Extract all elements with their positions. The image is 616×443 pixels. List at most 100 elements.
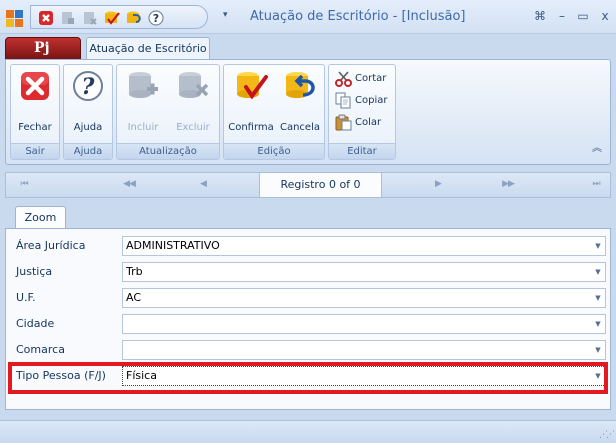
svg-text:?: ? [82,74,96,100]
fechar-label: Fechar [18,122,52,133]
field-comarca: Comarca ▼ [16,340,606,360]
colar-label: Colar [355,116,382,128]
qat-delete-record-icon[interactable] [81,9,99,26]
field-uf: U.F. AC ▼ [16,288,606,308]
maximize-button[interactable]: ▭ [575,9,591,23]
cidade-select[interactable]: ▼ [122,314,606,334]
group-atualizacao-label: Atualização [117,143,219,159]
delete-record-icon [176,69,210,103]
group-editar-label: Editar [329,143,395,159]
help-question-icon: ? [71,69,105,103]
resize-grip-icon[interactable]: ⋰⋰ [599,430,615,440]
chevron-down-icon[interactable]: ▼ [591,367,605,385]
restore-button[interactable]: ⌘ [532,9,548,23]
fechar-button[interactable]: Fechar [11,67,59,143]
group-ajuda: ? Ajuda Ajuda [63,64,113,160]
group-edicao: Confirma Cancela Edição [223,64,325,160]
excluir-button[interactable]: Excluir [169,67,217,143]
close-x-icon [18,69,52,103]
paste-icon [335,114,352,131]
group-edicao-label: Edição [224,143,324,159]
confirma-button[interactable]: Confirma [225,67,277,143]
uf-value: AC [126,291,142,304]
area-juridica-label: Área Jurídica [16,239,86,252]
next-page-button[interactable]: ▶▶ [498,179,518,189]
cancela-label: Cancela [279,122,320,133]
title-bar: ? ▾ Atuação de Escritório - [Inclusão] ⌘… [0,0,616,34]
copiar-label: Copiar [355,94,388,106]
app-menu-button[interactable]: Pj [5,37,81,60]
qat-customize-arrow[interactable]: ▾ [223,10,228,20]
add-record-icon [126,69,160,103]
justica-select[interactable]: Trb ▼ [122,262,606,282]
incluir-label: Incluir [127,122,159,133]
qat-help-icon[interactable]: ? [147,9,165,26]
record-navigator: ⏮ ◀◀ ◀ Registro 0 of 0 ▶ ▶▶ ⏭ [5,172,611,198]
first-record-button[interactable]: ⏮ [14,179,34,189]
qat-cancel-icon[interactable] [125,9,143,26]
record-counter: Registro 0 of 0 [259,173,382,197]
field-tipo-pessoa: Tipo Pessoa (F/J) Física ▼ [16,366,606,386]
qat-close-icon[interactable] [37,9,55,26]
group-sair-label: Sair [11,143,59,159]
tipo-pessoa-value: Física [126,369,157,382]
prev-record-button[interactable]: ◀ [193,179,213,189]
copy-icon [335,92,352,109]
cancela-button[interactable]: Cancela [276,67,324,143]
comarca-label: Comarca [16,343,65,356]
cidade-label: Cidade [16,317,55,330]
tipo-pessoa-label: Tipo Pessoa (F/J) [16,369,106,382]
ajuda-button[interactable]: ? Ajuda [64,67,112,143]
window-title: Atuação de Escritório - [Inclusão] [250,9,466,24]
minimize-button[interactable]: – [554,9,570,23]
field-area-juridica: Área Jurídica ADMINISTRATIVO ▼ [16,236,606,256]
app-orb-icon[interactable] [5,8,27,28]
ajuda-label: Ajuda [73,122,103,133]
area-juridica-select[interactable]: ADMINISTRATIVO ▼ [122,236,606,256]
incluir-button[interactable]: Incluir [119,67,167,143]
svg-text:?: ? [153,12,159,25]
group-sair: Fechar Sair [10,64,60,160]
tab-zoom[interactable]: Zoom [15,206,66,229]
quick-access-toolbar: ? [30,5,208,29]
last-record-button[interactable]: ⏭ [586,179,606,189]
app-logo: Pj [34,40,50,56]
justica-label: Justiça [16,265,53,278]
chevron-down-icon[interactable]: ▼ [591,263,605,281]
field-justica: Justiça Trb ▼ [16,262,606,282]
justica-value: Trb [126,265,143,278]
group-atualizacao: Incluir Excluir Atualização [116,64,220,160]
uf-label: U.F. [16,291,36,304]
tab-atuacao-escritorio[interactable]: Atuação de Escritório [86,37,210,60]
prev-page-button[interactable]: ◀◀ [119,179,139,189]
confirma-label: Confirma [228,122,274,133]
group-ajuda-label: Ajuda [64,143,112,159]
cancel-undo-icon [283,69,317,103]
tipo-pessoa-select[interactable]: Física ▼ [122,366,606,386]
ribbon: Fechar Sair ? Ajuda Ajuda Incluir Exclui… [5,59,611,165]
status-bar: ⋰⋰ [0,420,616,443]
zoom-panel: Área Jurídica ADMINISTRATIVO ▼ Justiça T… [5,228,611,410]
area-juridica-value: ADMINISTRATIVO [126,239,220,252]
excluir-label: Excluir [176,122,210,133]
group-editar: Cortar Copiar Colar Editar [328,64,396,160]
qat-confirm-icon[interactable] [103,9,121,26]
colar-button[interactable]: Colar [335,112,381,132]
field-cidade: Cidade ▼ [16,314,606,334]
chevron-down-icon[interactable]: ▼ [591,289,605,307]
confirm-check-icon [234,69,268,103]
chevron-down-icon[interactable]: ▼ [591,341,605,359]
scissors-icon [335,70,352,87]
cortar-label: Cortar [355,72,387,84]
next-record-button[interactable]: ▶ [428,179,448,189]
close-window-button[interactable]: x [597,9,613,23]
chevron-down-icon[interactable]: ▼ [591,237,605,255]
uf-select[interactable]: AC ▼ [122,288,606,308]
chevron-down-icon[interactable]: ▼ [591,315,605,333]
copiar-button[interactable]: Copiar [335,90,387,110]
cortar-button[interactable]: Cortar [335,68,386,88]
qat-add-record-icon[interactable] [59,9,77,26]
ribbon-tab-row: Pj Atuação de Escritório [0,34,616,60]
comarca-select[interactable]: ▼ [122,340,606,360]
collapse-ribbon-icon[interactable]: ︽ [592,139,602,154]
